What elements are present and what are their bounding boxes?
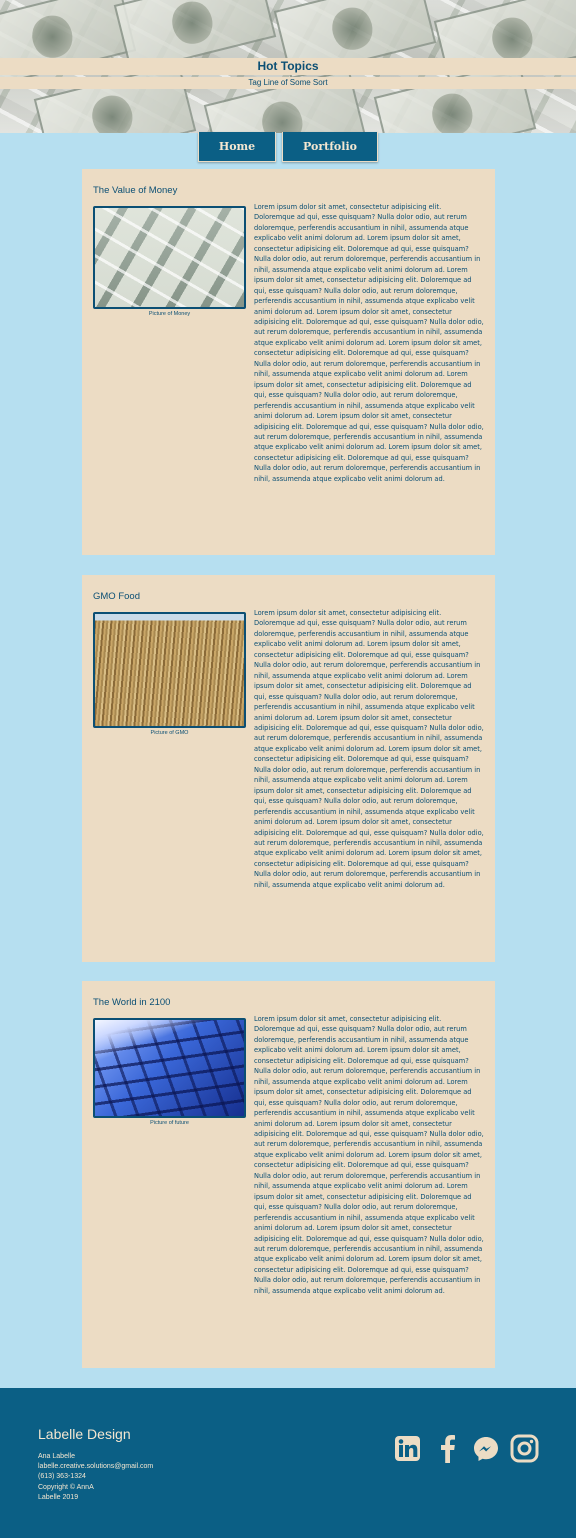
- article-title: The World in 2100: [93, 997, 171, 1008]
- nav-home-button[interactable]: Home: [198, 132, 276, 162]
- image-caption: Picture of future: [150, 1120, 189, 1126]
- article-body: Lorem ipsum dolor sit amet, consectetur …: [254, 203, 484, 483]
- footer-brand: Labelle Design: [38, 1426, 131, 1442]
- article-title: The Value of Money: [93, 185, 178, 196]
- social-links: [393, 1434, 539, 1463]
- nav-portfolio-button[interactable]: Portfolio: [282, 132, 378, 162]
- image-caption: Picture of GMO: [150, 730, 189, 736]
- wheat-image: [93, 612, 246, 728]
- site-tagline: Tag Line of Some Sort: [0, 77, 576, 89]
- header-banner: Hot Topics Tag Line of Some Sort: [0, 0, 576, 133]
- article-title: GMO Food: [93, 591, 140, 602]
- article-figure: Picture of GMO: [93, 612, 246, 890]
- main-nav: Home Portfolio: [198, 132, 378, 162]
- footer-name: Ana Labelle: [38, 1453, 75, 1460]
- article-body: Lorem ipsum dolor sit amet, consectetur …: [254, 609, 484, 889]
- article-figure: Picture of Money: [93, 206, 246, 484]
- linkedin-icon[interactable]: [393, 1434, 422, 1463]
- article-card: The Value of Money Picture of Money Lore…: [82, 169, 495, 555]
- money-image: [93, 206, 246, 309]
- footer-copyright: Copyright © AnnA: [38, 1483, 94, 1491]
- footer-email[interactable]: labelle.creative.solutions@gmail.com: [38, 1462, 153, 1472]
- messenger-icon[interactable]: [471, 1434, 500, 1463]
- footer: Labelle Design Ana Labelle labelle.creat…: [0, 1388, 576, 1538]
- article-card: The World in 2100 Picture of future Lore…: [82, 981, 495, 1368]
- site-title: Hot Topics: [0, 58, 576, 75]
- footer-year: Labelle 2019: [38, 1493, 79, 1501]
- footer-phone: (613) 363-1324: [38, 1473, 86, 1481]
- facebook-icon[interactable]: [432, 1434, 461, 1463]
- keyboard-image: [93, 1018, 246, 1118]
- article-body: Lorem ipsum dolor sit amet, consectetur …: [254, 1015, 484, 1295]
- instagram-icon[interactable]: [510, 1434, 539, 1463]
- footer-contact: Ana Labelle labelle.creative.solutions@g…: [38, 1452, 153, 1503]
- article-card: GMO Food Picture of GMO Lorem ipsum dolo…: [82, 575, 495, 962]
- article-figure: Picture of future: [93, 1018, 246, 1296]
- image-caption: Picture of Money: [148, 311, 191, 317]
